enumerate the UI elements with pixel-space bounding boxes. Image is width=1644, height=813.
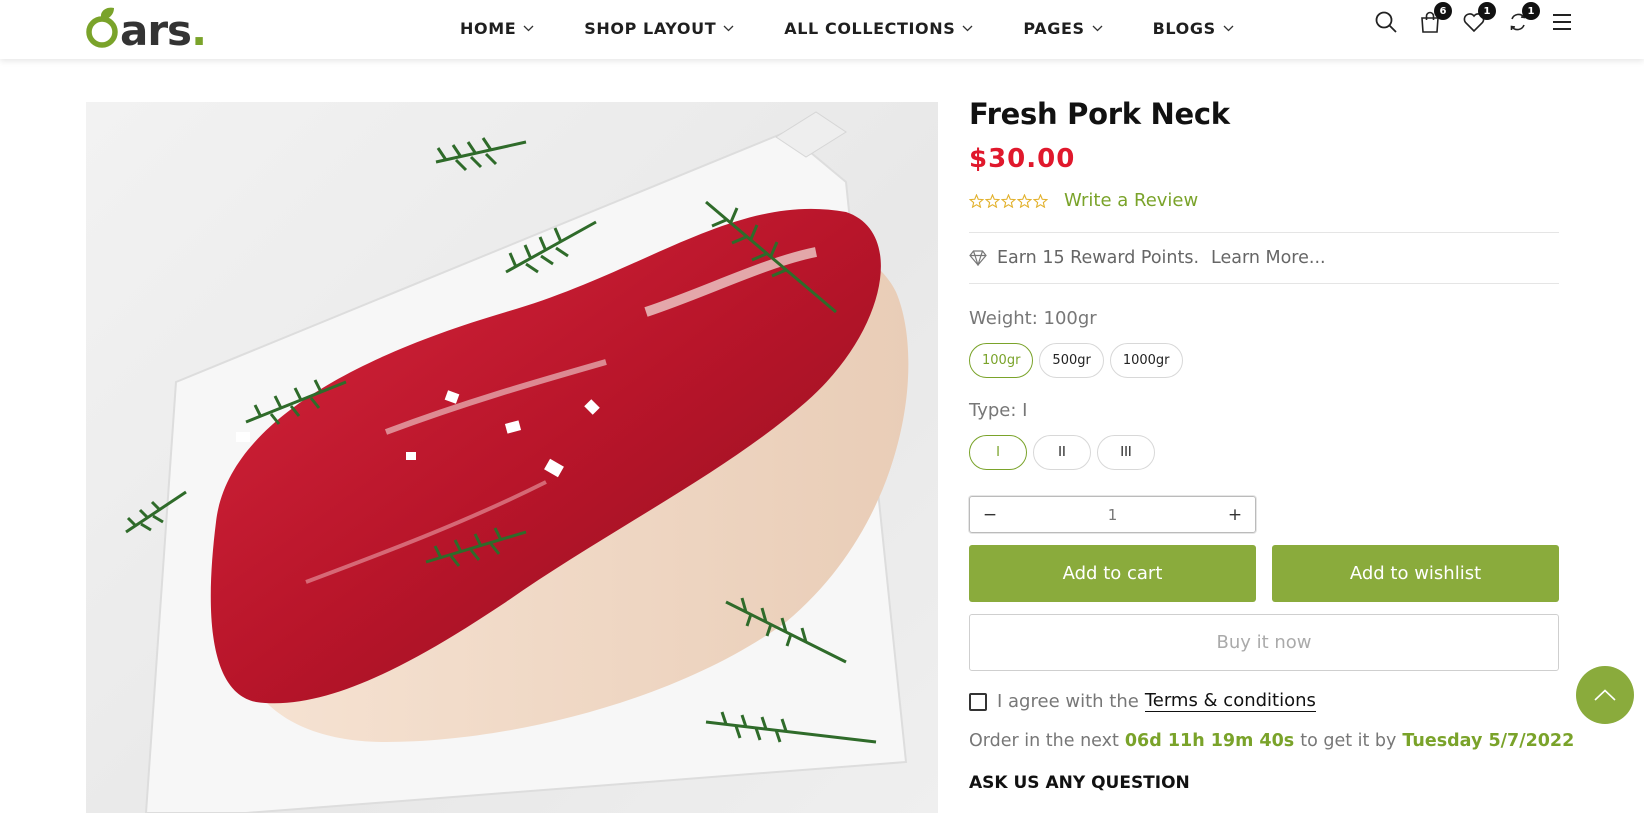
product-image[interactable] <box>86 102 938 813</box>
compare-count-badge: 1 <box>1522 2 1540 20</box>
compare-button[interactable]: 1 <box>1506 2 1540 34</box>
order-prefix-text: Order in the next <box>969 731 1119 751</box>
nav-shop-layout[interactable]: SHOP LAYOUT <box>584 19 734 38</box>
chevron-down-icon <box>523 25 534 32</box>
terms-checkbox[interactable] <box>969 692 987 711</box>
order-countdown: 06d 11h 19m 40s <box>1124 731 1295 751</box>
ask-question-heading[interactable]: ASK US ANY QUESTION <box>969 773 1559 793</box>
nav-pages-label: PAGES <box>1023 19 1085 38</box>
cart-count-badge: 6 <box>1434 2 1452 20</box>
nav-home-label: HOME <box>460 19 517 38</box>
chevron-down-icon <box>962 25 973 32</box>
menu-icon <box>1553 14 1571 30</box>
type-option-i[interactable]: I <box>969 435 1027 470</box>
type-options: I II III <box>969 435 1559 470</box>
search-button[interactable] <box>1374 10 1398 34</box>
weight-option-500gr[interactable]: 500gr <box>1039 343 1104 378</box>
site-header: ars. HOME SHOP LAYOUT ALL COLLECTIONS PA… <box>0 0 1644 59</box>
type-option-iii[interactable]: III <box>1097 435 1155 470</box>
reward-points-row: Earn 15 Reward Points. Learn More... <box>969 233 1559 283</box>
nav-blogs[interactable]: BLOGS <box>1153 19 1234 38</box>
star-icon <box>985 193 1000 208</box>
weight-option-1000gr[interactable]: 1000gr <box>1109 343 1183 378</box>
nav-home[interactable]: HOME <box>460 19 534 38</box>
scroll-to-top-button[interactable] <box>1576 666 1634 724</box>
wishlist-count-badge: 1 <box>1478 2 1496 20</box>
product-title: Fresh Pork Neck <box>969 97 1230 131</box>
quantity-increase-button[interactable]: + <box>1227 505 1243 525</box>
terms-link[interactable]: Terms & conditions <box>1144 691 1316 712</box>
weight-option-100gr[interactable]: 100gr <box>969 343 1034 378</box>
learn-more-link[interactable]: Learn More... <box>1211 248 1326 268</box>
action-buttons: Add to cart Add to wishlist <box>969 545 1559 602</box>
nav-shop-layout-label: SHOP LAYOUT <box>584 19 717 38</box>
star-icon <box>969 193 984 208</box>
chevron-down-icon <box>723 25 734 32</box>
agree-text: I agree with the <box>997 691 1139 712</box>
nav-blogs-label: BLOGS <box>1152 19 1216 38</box>
divider <box>969 283 1559 284</box>
star-icon <box>1001 193 1016 208</box>
wishlist-button[interactable]: 1 <box>1462 2 1496 34</box>
star-icon <box>1033 193 1048 208</box>
nav-all-collections[interactable]: ALL COLLECTIONS <box>784 19 973 38</box>
add-to-cart-button[interactable]: Add to cart <box>969 545 1256 602</box>
product-price: $30.00 <box>969 144 1076 174</box>
star-rating[interactable] <box>969 193 1049 208</box>
search-icon <box>1375 11 1397 33</box>
logo-leaf-icon <box>86 7 118 48</box>
write-review-link[interactable]: Write a Review <box>1064 190 1198 211</box>
quantity-input[interactable]: 1 <box>998 506 1227 524</box>
nav-pages[interactable]: PAGES <box>1023 19 1103 38</box>
pork-neck-photo <box>125 111 909 813</box>
weight-options: 100gr 500gr 1000gr <box>969 343 1559 378</box>
cart-button[interactable]: 6 <box>1418 2 1452 34</box>
rating-row: Write a Review <box>969 190 1559 211</box>
header-icons: 6 1 1 <box>1354 2 1574 34</box>
chevron-down-icon <box>1092 25 1103 32</box>
product-info: Fresh Pork Neck $30.00 Write a Review Ea… <box>969 95 1574 793</box>
logo-dot: . <box>191 6 208 55</box>
logo-text: ars <box>120 6 192 55</box>
diamond-icon <box>969 250 987 266</box>
delivery-date: Tuesday 5/7/2022 <box>1402 731 1575 751</box>
type-label: Type: I <box>969 400 1028 421</box>
main-nav: HOME SHOP LAYOUT ALL COLLECTIONS PAGES B… <box>460 0 1284 57</box>
type-option-ii[interactable]: II <box>1033 435 1091 470</box>
quantity-stepper: − 1 + <box>969 496 1256 533</box>
chevron-up-icon <box>1594 689 1616 701</box>
buy-it-now-button[interactable]: Buy it now <box>969 614 1559 671</box>
order-middle-text: to get it by <box>1300 731 1397 751</box>
quantity-decrease-button[interactable]: − <box>982 505 998 525</box>
reward-points-text: Earn 15 Reward Points. <box>997 248 1200 268</box>
nav-all-collections-label: ALL COLLECTIONS <box>784 19 956 38</box>
order-countdown-row: Order in the next 06d 11h 19m 40s to get… <box>969 731 1574 751</box>
chevron-down-icon <box>1223 25 1234 32</box>
terms-agreement-row: I agree with the Terms & conditions <box>969 691 1559 712</box>
menu-button[interactable] <box>1550 10 1574 34</box>
star-icon <box>1017 193 1032 208</box>
logo[interactable]: ars. <box>84 4 207 52</box>
add-to-wishlist-button[interactable]: Add to wishlist <box>1272 545 1559 602</box>
weight-label: Weight: 100gr <box>969 308 1097 329</box>
